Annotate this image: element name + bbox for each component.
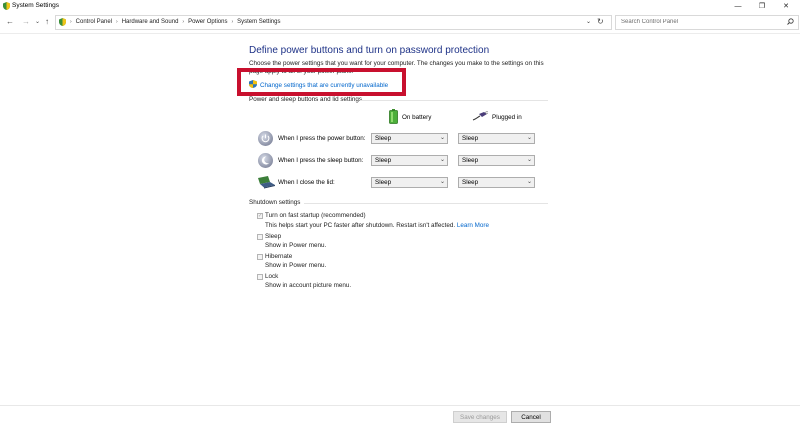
plugged-in-label: Plugged in bbox=[492, 113, 522, 121]
select-value: Sleep bbox=[375, 135, 392, 142]
power-section-label: Power and sleep buttons and lid settings bbox=[249, 96, 363, 103]
breadcrumb-separator: › bbox=[116, 19, 118, 25]
hibernate-checkbox[interactable] bbox=[257, 254, 263, 260]
lid-close-plugged-select[interactable]: Sleep ⌄ bbox=[458, 177, 535, 188]
shutdown-section-label: Shutdown settings bbox=[249, 199, 301, 206]
breadcrumb-separator: › bbox=[70, 19, 72, 25]
sleep-button-battery-select[interactable]: Sleep ⌄ bbox=[371, 155, 448, 166]
select-value: Sleep bbox=[462, 135, 479, 142]
page-title: Define power buttons and turn on passwor… bbox=[249, 45, 490, 56]
fast-startup-description: This helps start your PC faster after sh… bbox=[265, 222, 489, 229]
highlight-annotation-box bbox=[237, 68, 406, 96]
power-button-label: When I press the power button: bbox=[278, 135, 366, 142]
select-value: Sleep bbox=[462, 179, 479, 186]
refresh-icon[interactable]: ↻ bbox=[597, 17, 604, 26]
sleep-option-description: Show in Power menu. bbox=[265, 242, 327, 249]
up-arrow-icon[interactable]: ↑ bbox=[45, 17, 49, 26]
cancel-button[interactable]: Cancel bbox=[511, 411, 551, 423]
power-section-divider bbox=[360, 100, 548, 101]
select-value: Sleep bbox=[375, 157, 392, 164]
title-bar: System Settings — ❐ ✕ bbox=[0, 0, 800, 13]
address-dropdown-icon[interactable]: ⌄ bbox=[586, 18, 591, 25]
lock-option-label: Lock bbox=[265, 273, 279, 280]
select-value: Sleep bbox=[375, 179, 392, 186]
power-plug-icon bbox=[472, 110, 489, 123]
search-icon[interactable] bbox=[787, 18, 794, 27]
battery-icon bbox=[389, 109, 398, 126]
maximize-button[interactable]: ❐ bbox=[756, 1, 768, 11]
breadcrumb: › Control Panel › Hardware and Sound › Power … bbox=[66, 19, 280, 25]
chevron-down-icon: ⌄ bbox=[526, 135, 532, 141]
sleep-button-label: When I press the sleep button: bbox=[278, 157, 364, 164]
address-bar[interactable]: › Control Panel › Hardware and Sound › Power … bbox=[55, 15, 612, 30]
chevron-down-icon: ⌄ bbox=[439, 135, 445, 141]
fast-startup-checkbox[interactable]: ✓ bbox=[257, 213, 263, 219]
hibernate-option-description: Show in Power menu. bbox=[265, 262, 327, 269]
select-value: Sleep bbox=[462, 157, 479, 164]
header-divider bbox=[0, 33, 800, 34]
breadcrumb-hardware-and-sound[interactable]: Hardware and Sound bbox=[122, 19, 179, 25]
fast-startup-label: Turn on fast startup (recommended) bbox=[265, 212, 366, 219]
laptop-lid-icon bbox=[256, 175, 276, 191]
shutdown-section-divider bbox=[304, 203, 548, 204]
forward-arrow-icon[interactable]: → bbox=[22, 17, 30, 26]
recent-locations-icon[interactable]: ⌄ bbox=[35, 18, 40, 25]
control-panel-small-icon bbox=[59, 18, 66, 28]
sleep-button-icon bbox=[258, 153, 273, 168]
sleep-option-label: Sleep bbox=[265, 233, 282, 240]
search-box[interactable] bbox=[615, 15, 799, 30]
hibernate-option-label: Hibernate bbox=[265, 253, 293, 260]
chevron-down-icon: ⌄ bbox=[526, 179, 532, 185]
window-title: System Settings bbox=[12, 2, 59, 9]
breadcrumb-power-options[interactable]: Power Options bbox=[188, 19, 227, 25]
footer-divider bbox=[0, 405, 800, 406]
lid-close-label: When I close the lid: bbox=[278, 179, 335, 186]
lock-checkbox[interactable] bbox=[257, 274, 263, 280]
chevron-down-icon: ⌄ bbox=[526, 157, 532, 163]
breadcrumb-separator: › bbox=[231, 19, 234, 25]
control-panel-icon bbox=[3, 2, 10, 12]
fast-startup-description-text: This helps start your PC faster after sh… bbox=[265, 222, 456, 229]
sleep-button-plugged-select[interactable]: Sleep ⌄ bbox=[458, 155, 535, 166]
power-button-plugged-select[interactable]: Sleep ⌄ bbox=[458, 133, 535, 144]
breadcrumb-system-settings[interactable]: System Settings bbox=[237, 19, 280, 25]
save-changes-button[interactable]: Save changes bbox=[453, 411, 507, 423]
close-button[interactable]: ✕ bbox=[780, 1, 792, 11]
breadcrumb-separator: › bbox=[182, 19, 185, 25]
on-battery-column-header: On battery bbox=[389, 109, 431, 126]
on-battery-label: On battery bbox=[402, 114, 432, 121]
lock-option-description: Show in account picture menu. bbox=[265, 282, 352, 289]
power-button-icon bbox=[258, 131, 273, 146]
chevron-down-icon: ⌄ bbox=[439, 179, 445, 185]
minimize-button[interactable]: — bbox=[732, 1, 744, 11]
plugged-in-column-header: Plugged in bbox=[472, 110, 522, 123]
chevron-down-icon: ⌄ bbox=[439, 157, 445, 163]
learn-more-link[interactable]: Learn More bbox=[457, 222, 489, 229]
breadcrumb-control-panel[interactable]: Control Panel bbox=[76, 19, 112, 25]
back-arrow-icon[interactable]: ← bbox=[6, 17, 14, 26]
lid-close-battery-select[interactable]: Sleep ⌄ bbox=[371, 177, 448, 188]
sleep-checkbox[interactable] bbox=[257, 234, 263, 240]
power-button-battery-select[interactable]: Sleep ⌄ bbox=[371, 133, 448, 144]
search-input[interactable] bbox=[621, 19, 771, 25]
